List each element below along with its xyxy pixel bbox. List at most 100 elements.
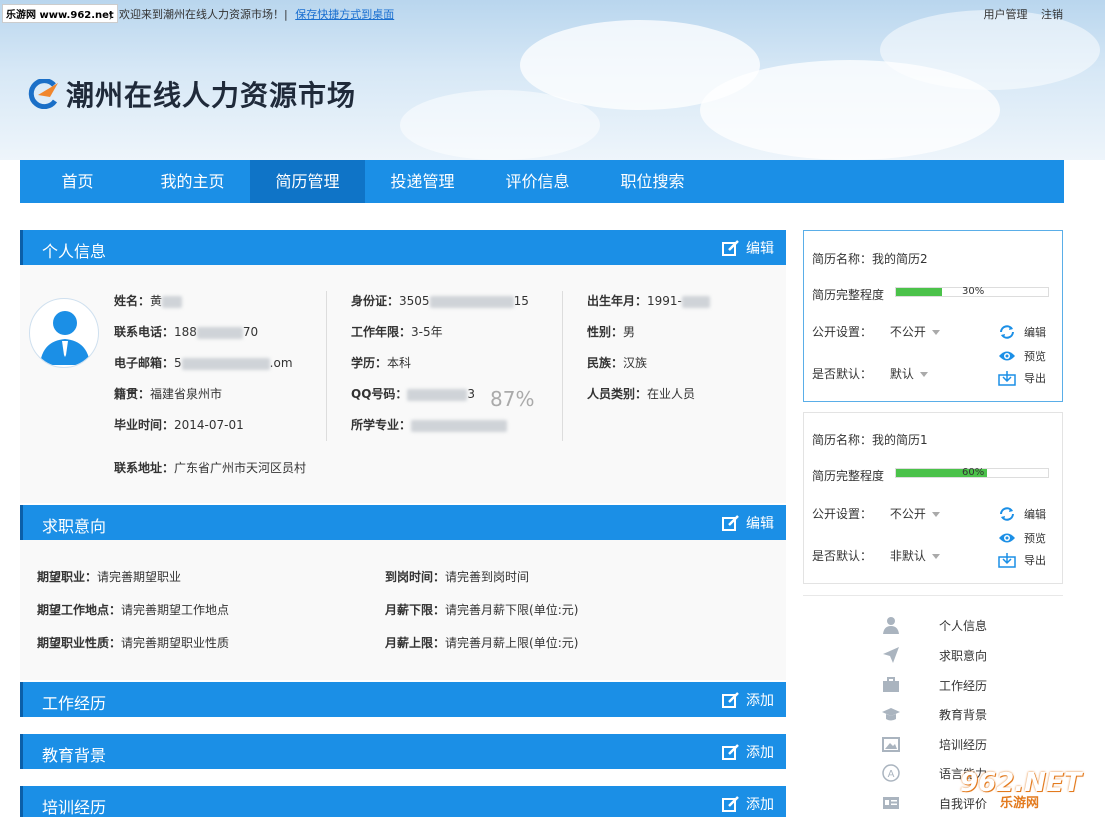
add-label: 添加 bbox=[746, 745, 774, 761]
name-label: 姓名： bbox=[114, 294, 151, 308]
side-item-education[interactable]: 教育背景 bbox=[881, 704, 987, 724]
nav-my-homepage[interactable]: 我的主页 bbox=[135, 160, 250, 203]
education-header: 教育背景 添加 bbox=[20, 734, 786, 769]
default-select[interactable]: 非默认 bbox=[890, 549, 940, 563]
education-value: 本科 bbox=[387, 356, 412, 370]
section-title: 培训经历 bbox=[42, 798, 107, 817]
default-select[interactable]: 默认 bbox=[890, 367, 928, 381]
add-training-button[interactable]: 添加 bbox=[722, 794, 774, 814]
public-select[interactable]: 不公开 bbox=[890, 507, 940, 521]
info-row: 期望工作地点：请完善期望工作地点 bbox=[37, 602, 229, 635]
intent-right-col: 到岗时间：请完善到岗时间 月薪下限：请完善月薪下限(单位:元) 月薪上限：请完善… bbox=[385, 569, 578, 668]
side-item-job-intent[interactable]: 求职意向 bbox=[881, 645, 987, 665]
default-value: 默认 bbox=[889, 367, 914, 381]
resume-edit-button[interactable]: 编辑 bbox=[998, 506, 1046, 522]
add-work-button[interactable]: 添加 bbox=[722, 690, 774, 710]
logout-link[interactable]: 注销 bbox=[1041, 8, 1063, 21]
birth-value: 1991- bbox=[647, 294, 682, 308]
edit-personal-button[interactable]: 编辑 bbox=[722, 238, 774, 258]
work-experience-header: 工作经历 添加 bbox=[20, 682, 786, 717]
add-education-button[interactable]: 添加 bbox=[722, 742, 774, 762]
section-title: 教育背景 bbox=[42, 746, 107, 765]
intent-left-col: 期望职业：请完善期望职业 期望工作地点：请完善期望工作地点 期望职业性质：请完善… bbox=[37, 569, 229, 668]
redacted-block bbox=[162, 295, 183, 308]
edit-label: 编辑 bbox=[746, 516, 774, 532]
education-label: 学历： bbox=[351, 356, 388, 370]
section-title: 求职意向 bbox=[42, 517, 107, 536]
edit-icon bbox=[722, 515, 739, 531]
section-title: 工作经历 bbox=[42, 694, 107, 713]
resume-card[interactable]: 简历名称：我的简历1 简历完整程度 60% 公开设置： 不公开 是否默认： 非默… bbox=[803, 412, 1063, 584]
nav-home[interactable]: 首页 bbox=[20, 160, 135, 203]
graduation-label: 毕业时间： bbox=[114, 418, 175, 432]
top-bar: 乐游网 www.962.net ，欢迎来到潮州在线人力资源市场！| 保存快捷方式… bbox=[0, 0, 1105, 26]
user-manage-link[interactable]: 用户管理 bbox=[984, 8, 1028, 21]
chevron-down-icon bbox=[931, 512, 940, 517]
edit-intent-button[interactable]: 编辑 bbox=[722, 513, 774, 533]
training-header: 培训经历 添加 bbox=[20, 786, 786, 817]
intent-value: 请完善期望工作地点 bbox=[121, 603, 230, 617]
completeness-label: 简历完整程度 bbox=[812, 469, 885, 483]
save-shortcut-link[interactable]: 保存快捷方式到桌面 bbox=[295, 8, 394, 21]
address-row: 联系地址：广东省广州市天河区员村 bbox=[114, 459, 306, 476]
gender-value: 男 bbox=[623, 325, 636, 339]
address-value: 广东省广州市天河区员村 bbox=[174, 461, 307, 475]
briefcase-icon bbox=[883, 677, 899, 692]
logo-icon bbox=[24, 78, 62, 110]
nav-job-search[interactable]: 职位搜索 bbox=[595, 160, 710, 203]
resume-card[interactable]: 简历名称：我的简历2 简历完整程度 30% 公开设置： 不公开 是否默认： 默认… bbox=[803, 230, 1063, 402]
export-icon bbox=[998, 371, 1016, 386]
completeness-fill bbox=[896, 288, 942, 296]
personal-info-panel: 姓名：黄 联系电话：188 70 电子邮箱：5 .om 籍贯：福建省泉州市 毕业时间… bbox=[20, 265, 786, 503]
phone-value: 188 bbox=[174, 325, 197, 339]
default-setting: 是否默认： 默认 bbox=[812, 365, 928, 382]
info-row: 学历：本科 bbox=[351, 355, 529, 386]
resume-preview-button[interactable]: 预览 bbox=[998, 530, 1046, 546]
export-label: 导出 bbox=[1024, 372, 1046, 385]
work-years-value: 3-5年 bbox=[411, 325, 443, 339]
side-item-work-experience[interactable]: 工作经历 bbox=[881, 675, 987, 695]
resume-preview-button[interactable]: 预览 bbox=[998, 348, 1046, 364]
redacted-block bbox=[411, 419, 508, 432]
info-row: 电子邮箱：5 .om bbox=[114, 355, 293, 386]
phone-tail: 70 bbox=[242, 325, 259, 339]
nav-delivery-management[interactable]: 投递管理 bbox=[365, 160, 480, 203]
image-icon bbox=[882, 737, 900, 752]
svg-text:A: A bbox=[888, 769, 895, 780]
work-years-label: 工作年限： bbox=[351, 325, 412, 339]
email-value: 5 bbox=[174, 356, 182, 370]
welcome-message: ，欢迎来到潮州在线人力资源市场！| bbox=[108, 8, 288, 21]
side-item-label: 工作经历 bbox=[939, 678, 988, 693]
side-item-personal-info[interactable]: 个人信息 bbox=[881, 615, 987, 635]
refresh-icon bbox=[1000, 325, 1014, 339]
divider bbox=[562, 291, 563, 441]
public-select[interactable]: 不公开 bbox=[890, 325, 940, 339]
gender-label: 性别： bbox=[587, 325, 624, 339]
resume-name: 简历名称：我的简历1 bbox=[812, 433, 928, 447]
resume-side-nav: 个人信息 求职意向 工作经历 教育背景 培训经历 A 语言能力 自我评价 bbox=[803, 595, 1063, 811]
personal-info-header: 个人信息 编辑 bbox=[20, 230, 786, 265]
side-item-training[interactable]: 培训经历 bbox=[881, 734, 987, 754]
site-logo[interactable]: 潮州在线人力资源市场 bbox=[24, 74, 356, 114]
ethnicity-value: 汉族 bbox=[623, 356, 648, 370]
nav-resume-management[interactable]: 简历管理 bbox=[250, 160, 365, 203]
resume-edit-button[interactable]: 编辑 bbox=[998, 324, 1046, 340]
public-label: 公开设置： bbox=[812, 507, 873, 521]
info-row: 月薪下限：请完善月薪下限(单位:元) bbox=[385, 602, 578, 635]
preview-label: 预览 bbox=[1024, 350, 1046, 363]
default-value: 非默认 bbox=[889, 549, 926, 563]
info-row: 工作年限：3-5年 bbox=[351, 324, 529, 355]
avatar bbox=[29, 298, 99, 368]
side-item-label: 个人信息 bbox=[939, 618, 988, 633]
resume-export-button[interactable]: 导出 bbox=[998, 552, 1046, 568]
redacted-block bbox=[181, 357, 270, 370]
info-row: 毕业时间：2014-07-01 bbox=[114, 417, 293, 448]
info-row: 出生年月：1991- bbox=[587, 293, 710, 324]
phone-label: 联系电话： bbox=[114, 325, 175, 339]
default-label: 是否默认： bbox=[812, 549, 873, 563]
nav-evaluation[interactable]: 评价信息 bbox=[480, 160, 595, 203]
resume-export-button[interactable]: 导出 bbox=[998, 370, 1046, 386]
redacted-block bbox=[681, 295, 710, 308]
intent-label: 期望工作地点： bbox=[37, 603, 122, 617]
preview-label: 预览 bbox=[1024, 532, 1046, 545]
